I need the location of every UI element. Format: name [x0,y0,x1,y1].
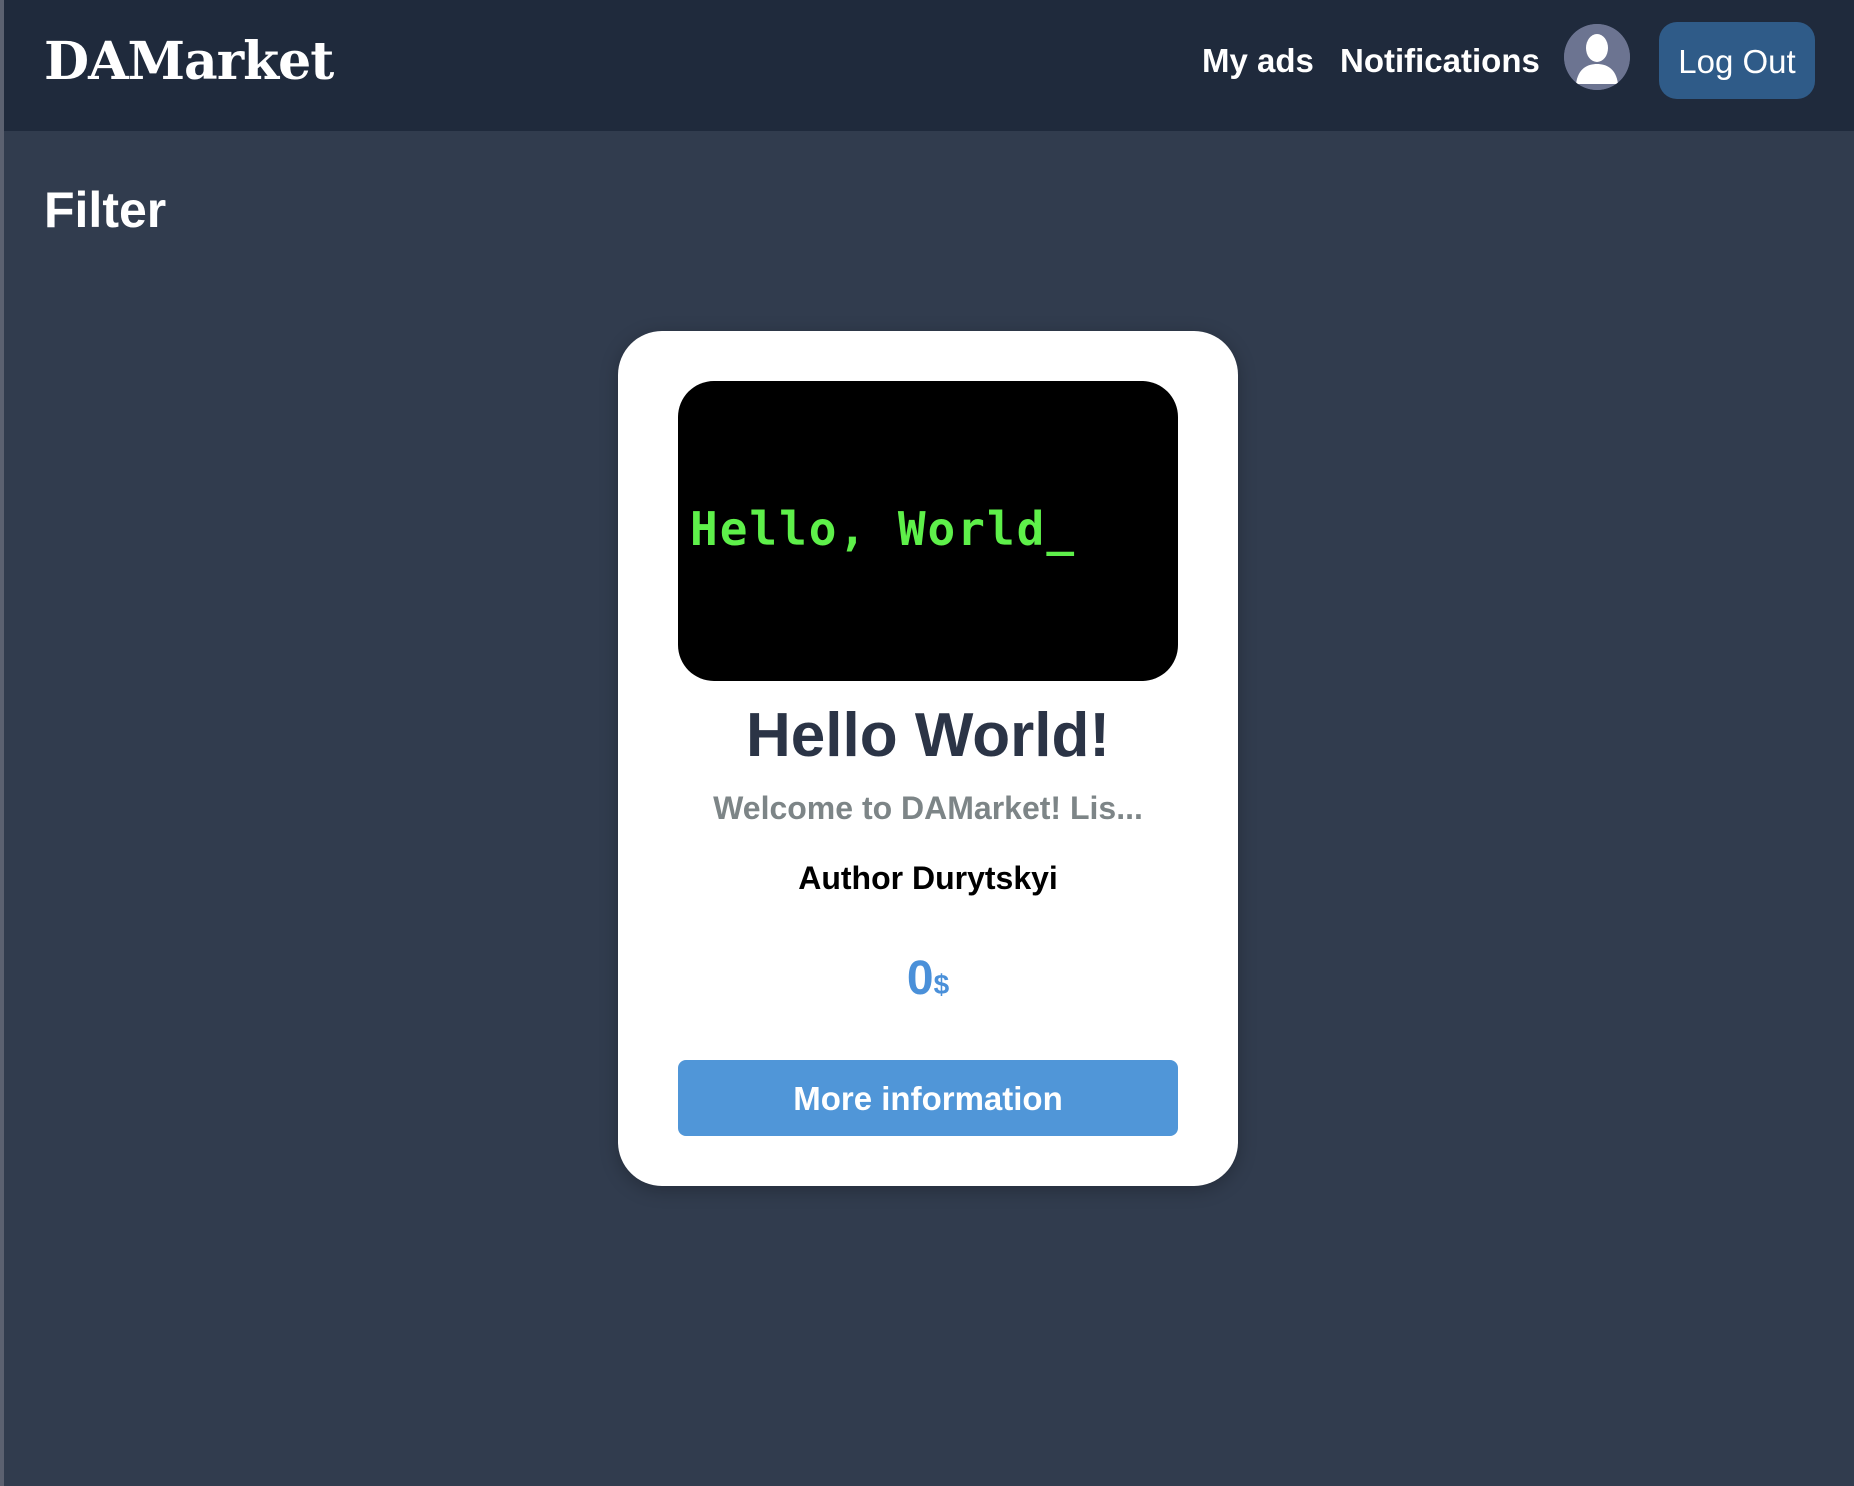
top-navbar: DAMarket My ads Notifications Log Out [4,0,1854,131]
filter-toggle[interactable]: Filter [44,180,166,240]
price-value: 0 [906,952,934,1005]
avatar-silhouette-icon [1564,24,1630,90]
more-information-button[interactable]: More information [678,1060,1178,1136]
price-currency: $ [933,969,950,1000]
listing-card: Hello, World_ Hello World! Welcome to DA… [618,331,1238,1186]
listing-author: Author Durytskyi [798,860,1058,896]
nav-link-notifications[interactable]: Notifications [1340,38,1540,84]
window-edge [0,0,4,1486]
logout-button[interactable]: Log Out [1659,22,1815,99]
site-logo[interactable]: DAMarket [44,28,334,96]
listing-description: Welcome to DAMarket! Lis... [713,790,1143,826]
listing-title: Hello World! [746,701,1110,770]
nav-link-my-ads[interactable]: My ads [1202,38,1314,84]
listing-price: 0$ [618,949,1238,1020]
listing-image: Hello, World_ [678,381,1178,681]
user-avatar-icon[interactable] [1564,24,1630,90]
listing-image-text: Hello, World_ [690,502,1077,556]
